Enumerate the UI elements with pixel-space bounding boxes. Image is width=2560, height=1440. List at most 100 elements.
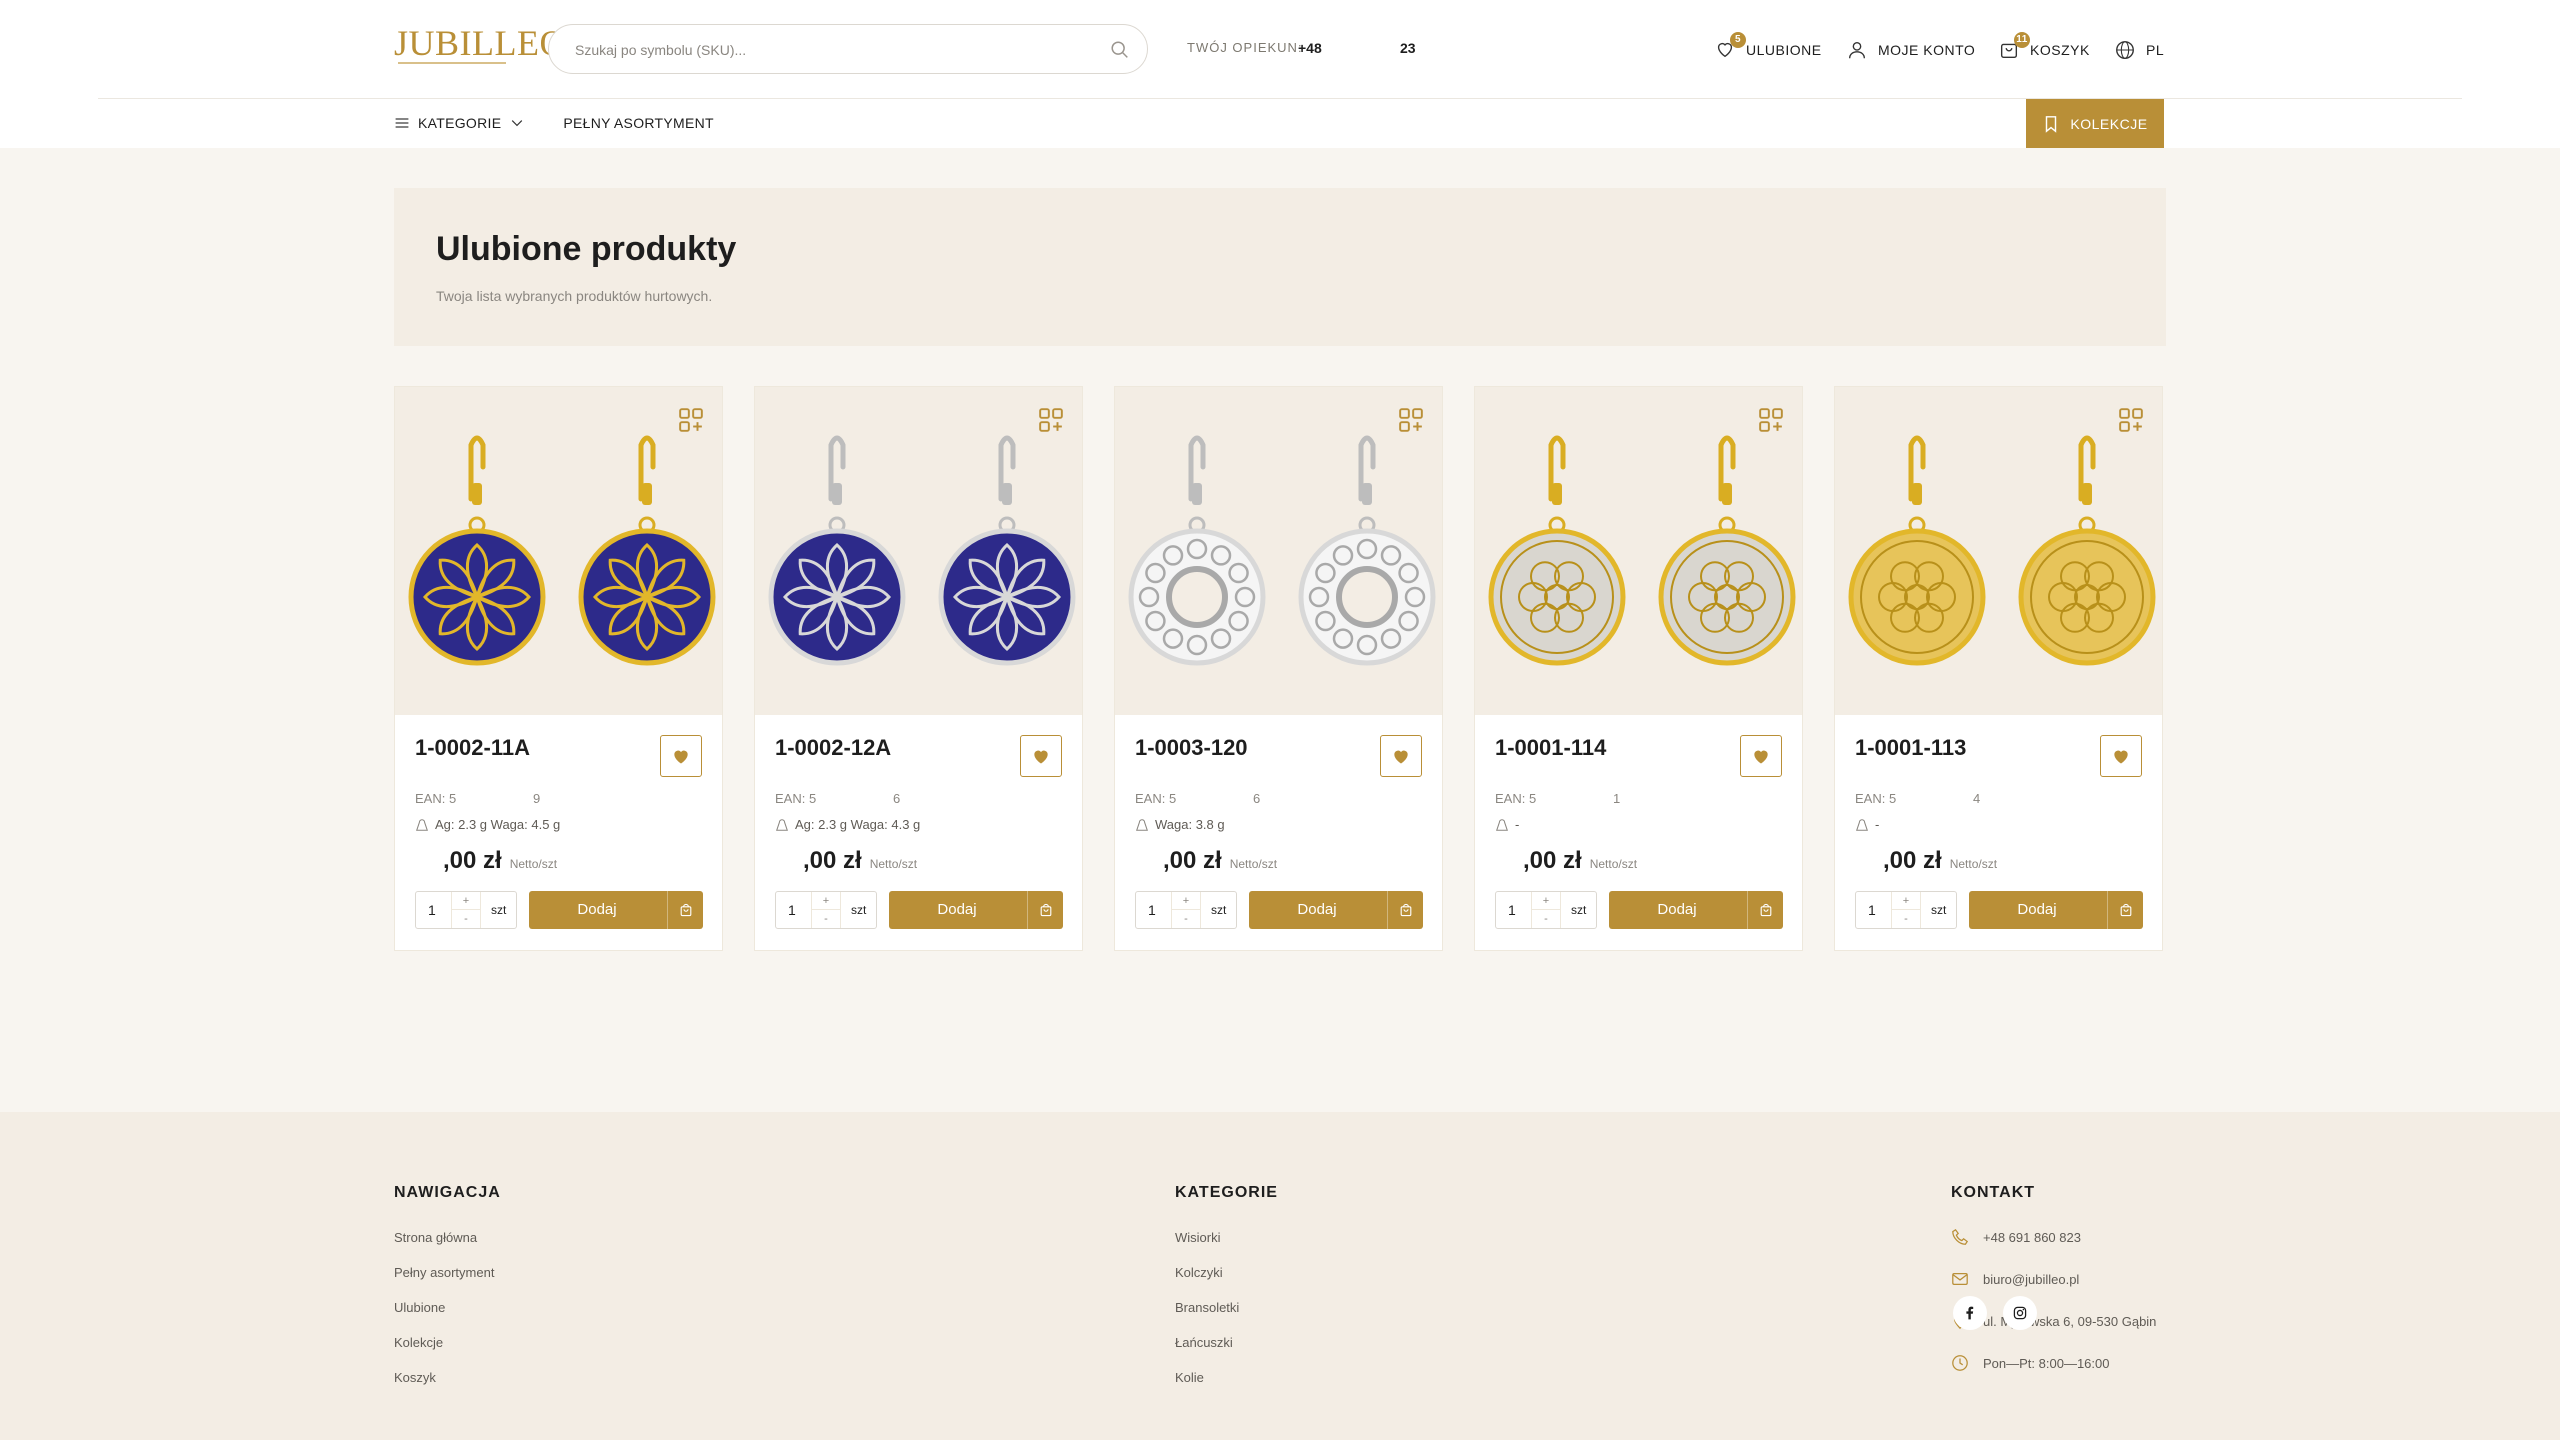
language-switcher[interactable]: PL	[2114, 36, 2164, 64]
product-price: ,00 zł Netto/szt	[803, 847, 917, 875]
facebook-link[interactable]	[1953, 1296, 1987, 1330]
footer-link-earrings[interactable]: Kolczyki	[1175, 1265, 1278, 1300]
product-meta-text: Ag: 2.3 g Waga: 4.5 g	[435, 817, 561, 832]
product-image-area[interactable]	[1835, 387, 2162, 715]
quantity-decrease[interactable]: -	[812, 910, 840, 928]
footer-link-pendants[interactable]: Wisiorki	[1175, 1230, 1278, 1265]
product-sku[interactable]: 1-0001-114	[1495, 735, 1606, 761]
cart-icon-wrap: 11	[1998, 31, 2030, 63]
footer-link-necklaces[interactable]: Kolie	[1175, 1370, 1278, 1405]
add-to-collection-icon[interactable]	[678, 407, 704, 433]
add-to-collection-icon[interactable]	[1398, 407, 1424, 433]
favorite-button[interactable]	[660, 735, 702, 777]
footer-contact-title: KONTAKT	[1951, 1184, 2036, 1201]
product-sku[interactable]: 1-0001-113	[1855, 735, 1966, 761]
page: JUBILLEO TWÓJ OPIEKUN: +48 23 5 ULUBIONE	[0, 0, 2560, 1440]
quantity-input[interactable]: 1	[1868, 902, 1876, 918]
favorite-button[interactable]	[2100, 735, 2142, 777]
product-meta-text: -	[1875, 817, 1880, 832]
heart-filled-icon	[674, 750, 688, 764]
quantity-increase[interactable]: +	[812, 892, 840, 910]
cart-icon	[1027, 891, 1063, 929]
favorite-button[interactable]	[1380, 735, 1422, 777]
product-image-area[interactable]	[1115, 387, 1442, 715]
product-image[interactable]	[395, 387, 722, 715]
contact-hours-text: Pon—Pt: 8:00—16:00	[1983, 1356, 2110, 1371]
quantity-decrease[interactable]: -	[1892, 910, 1920, 928]
product-image-area[interactable]	[395, 387, 722, 715]
product-meta-text: -	[1515, 817, 1520, 832]
quantity-increase[interactable]: +	[452, 892, 480, 910]
product-price: ,00 zł Netto/szt	[1523, 847, 1637, 875]
favorites-label: ULUBIONE	[1746, 42, 1822, 58]
product-sku[interactable]: 1-0003-120	[1135, 735, 1248, 761]
add-to-cart-label: Dodaj	[1657, 901, 1697, 918]
quantity-unit: szt	[1931, 903, 1947, 917]
collections-label: KOLEKCJE	[2070, 115, 2148, 132]
footer-link-home[interactable]: Strona główna	[394, 1230, 501, 1265]
footer-link-collections[interactable]: Kolekcje	[394, 1335, 501, 1370]
add-to-cart-button[interactable]: Dodaj	[1609, 891, 1783, 929]
product-sku[interactable]: 1-0002-11A	[415, 735, 530, 761]
account-manager-phone-end[interactable]: 23	[1400, 40, 1416, 56]
product-image-area[interactable]	[755, 387, 1082, 715]
page-title: Ulubione produkty	[436, 230, 737, 268]
product-card: 1-0002-12A EAN: 5 6 Ag: 2.3 g Waga: 4.3 …	[754, 386, 1083, 951]
add-to-cart-label: Dodaj	[577, 901, 617, 918]
search-input[interactable]	[575, 37, 1095, 63]
logo[interactable]: JUBILLEO	[394, 18, 565, 74]
add-to-cart-button[interactable]: Dodaj	[529, 891, 703, 929]
add-to-cart-button[interactable]: Dodaj	[1249, 891, 1423, 929]
full-assortment-link[interactable]: PEŁNY ASORTYMENT	[563, 115, 714, 131]
favorites-link[interactable]: 5 ULUBIONE	[1714, 31, 1822, 64]
add-to-cart-button[interactable]: Dodaj	[1969, 891, 2143, 929]
quantity-input[interactable]: 1	[788, 902, 796, 918]
footer-link-assortment[interactable]: Pełny asortyment	[394, 1265, 501, 1300]
quantity-increase[interactable]: +	[1172, 892, 1200, 910]
categories-menu[interactable]: KATEGORIE	[394, 115, 533, 131]
heart-filled-icon	[1394, 750, 1408, 764]
quantity-steps: + -	[1171, 892, 1201, 928]
collections-button[interactable]: KOLEKCJE	[2026, 99, 2164, 148]
add-to-collection-icon[interactable]	[1038, 407, 1064, 433]
quantity-input[interactable]: 1	[1148, 902, 1156, 918]
product-image-area[interactable]	[1475, 387, 1802, 715]
contact-phone[interactable]: +48 691 860 823	[1951, 1228, 2156, 1272]
cart-link[interactable]: 11 KOSZYK	[1998, 31, 2090, 64]
quantity-input[interactable]: 1	[1508, 902, 1516, 918]
add-to-collection-icon[interactable]	[1758, 407, 1784, 433]
footer-link-bracelets[interactable]: Bransoletki	[1175, 1300, 1278, 1335]
footer-link-cart[interactable]: Koszyk	[394, 1370, 501, 1405]
quantity-decrease[interactable]: -	[452, 910, 480, 928]
favorite-button[interactable]	[1740, 735, 1782, 777]
quantity-increase[interactable]: +	[1532, 892, 1560, 910]
search-icon[interactable]	[1109, 39, 1131, 61]
quantity-decrease[interactable]: -	[1172, 910, 1200, 928]
quantity-steps: + -	[811, 892, 841, 928]
footer-link-favorites[interactable]: Ulubione	[394, 1300, 501, 1335]
product-image[interactable]	[755, 387, 1082, 715]
product-image[interactable]	[1835, 387, 2162, 715]
product-image[interactable]	[1115, 387, 1442, 715]
quantity-decrease[interactable]: -	[1532, 910, 1560, 928]
price-value: ,00 zł	[1163, 847, 1222, 874]
heart-filled-icon	[1034, 750, 1048, 764]
quantity-stepper: 1 + - szt	[775, 891, 877, 929]
product-price: ,00 zł Netto/szt	[1883, 847, 1997, 875]
add-to-collection-icon[interactable]	[2118, 407, 2144, 433]
price-value: ,00 zł	[1523, 847, 1582, 874]
product-image[interactable]	[1475, 387, 1802, 715]
instagram-link[interactable]	[2003, 1296, 2037, 1330]
product-ean: EAN: 5	[415, 791, 457, 806]
add-to-cart-button[interactable]: Dodaj	[889, 891, 1063, 929]
footer-link-chains[interactable]: Łańcuszki	[1175, 1335, 1278, 1370]
quantity-input[interactable]: 1	[428, 902, 436, 918]
favorite-button[interactable]	[1020, 735, 1062, 777]
account-link[interactable]: MOJE KONTO	[1846, 36, 1975, 64]
facebook-icon	[1966, 1306, 1974, 1320]
account-manager-phone[interactable]: +48	[1298, 40, 1322, 56]
quantity-increase[interactable]: +	[1892, 892, 1920, 910]
chevron-down-icon	[512, 120, 523, 127]
product-sku[interactable]: 1-0002-12A	[775, 735, 891, 761]
cart-icon	[1747, 891, 1783, 929]
